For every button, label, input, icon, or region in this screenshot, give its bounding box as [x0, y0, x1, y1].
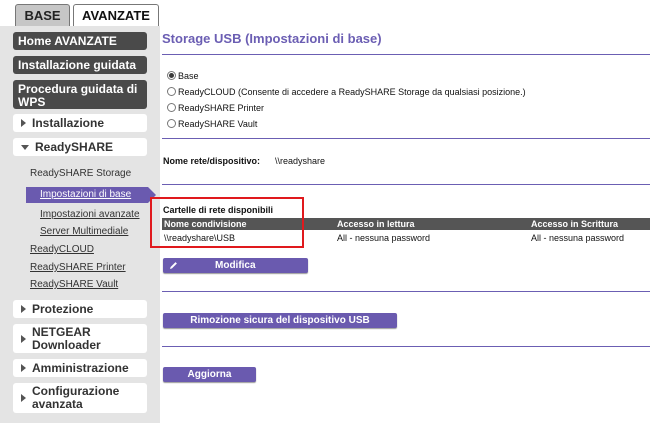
radio-base[interactable]: [167, 71, 176, 80]
sidebar-item-readyshare-vault[interactable]: ReadySHARE Vault: [30, 279, 118, 290]
expand-arrow-icon: [21, 334, 26, 343]
divider: [162, 54, 650, 55]
sidebar-item-wps-wizard[interactable]: Procedura guidata di WPS: [13, 80, 147, 109]
sidebar-item-netgear-downloader[interactable]: NETGEAR Downloader: [13, 324, 147, 353]
collapse-arrow-icon: [21, 144, 29, 150]
divider: [162, 138, 650, 139]
sidebar-item-advanced-settings[interactable]: Impostazioni avanzate: [40, 209, 140, 220]
sidebar-item-setup[interactable]: Installazione: [13, 114, 147, 132]
sidebar-item-label: Protezione: [32, 301, 94, 316]
sidebar-item-media-server[interactable]: Server Multimediale: [40, 226, 128, 237]
device-name-value: \\readyshare: [275, 156, 326, 166]
sidebar-item-advanced-config[interactable]: Configurazione avanzata: [13, 383, 147, 413]
expand-arrow-icon: [21, 394, 26, 402]
sidebar-item-security[interactable]: Protezione: [13, 300, 147, 318]
sidebar-item-home[interactable]: Home AVANZATE: [13, 32, 147, 50]
sidebar-item-setup-wizard[interactable]: Installazione guidata: [13, 56, 147, 74]
sidebar-item-basic-settings[interactable]: Impostazioni di base: [26, 187, 156, 203]
option-label-vault: ReadySHARE Vault: [178, 119, 258, 129]
sidebar-item-administration[interactable]: Amministrazione: [13, 359, 147, 377]
tab-base[interactable]: BASE: [15, 4, 70, 26]
expand-arrow-icon: [21, 305, 26, 313]
edit-button[interactable]: Modifica: [163, 258, 308, 273]
radio-readyshare-printer[interactable]: [167, 103, 176, 112]
option-label-readycloud: ReadyCLOUD (Consente di accedere a Ready…: [178, 87, 526, 97]
device-name-label: Nome rete/dispositivo:: [163, 156, 261, 166]
tab-advanced[interactable]: AVANZATE: [73, 4, 159, 27]
expand-arrow-icon: [21, 119, 26, 127]
table-cell-read-access: All - nessuna password: [337, 233, 431, 243]
table-cell-write-access: All - nessuna password: [531, 233, 625, 243]
sidebar-item-label: Amministrazione: [32, 360, 129, 375]
sidebar-item-label: ReadySHARE: [35, 139, 114, 154]
sidebar-item-label: NETGEAR Downloader: [32, 324, 101, 352]
pencil-icon: [170, 262, 177, 269]
divider: [162, 346, 650, 347]
column-header-write-access: Accesso in Scrittura: [531, 219, 619, 229]
page-title: Storage USB (Impostazioni di base): [162, 31, 382, 46]
expand-arrow-icon: [21, 364, 26, 372]
sidebar-item-readyshare-storage[interactable]: ReadySHARE Storage: [30, 168, 131, 179]
refresh-button[interactable]: Aggiorna: [163, 367, 256, 382]
router-admin-page: BASE AVANZATE Home AVANZATE Installazion…: [0, 0, 650, 423]
divider: [162, 291, 650, 292]
column-header-read-access: Accesso in lettura: [337, 219, 415, 229]
sidebar-item-label: Installazione: [32, 115, 105, 130]
divider: [162, 184, 650, 185]
radio-readyshare-vault[interactable]: [167, 119, 176, 128]
sidebar-item-readycloud[interactable]: ReadyCLOUD: [30, 244, 94, 255]
highlight-box: [150, 197, 304, 248]
sidebar-item-readyshare-printer[interactable]: ReadySHARE Printer: [30, 262, 126, 273]
safe-remove-usb-button[interactable]: Rimozione sicura del dispositivo USB: [163, 313, 397, 328]
radio-readycloud[interactable]: [167, 87, 176, 96]
option-label-printer: ReadySHARE Printer: [178, 103, 265, 113]
sidebar-item-readyshare[interactable]: ReadySHARE: [13, 138, 147, 156]
edit-button-label: Modifica: [215, 260, 256, 271]
option-label-base: Base: [178, 71, 199, 81]
sidebar-item-label: Configurazione avanzata: [32, 384, 120, 411]
